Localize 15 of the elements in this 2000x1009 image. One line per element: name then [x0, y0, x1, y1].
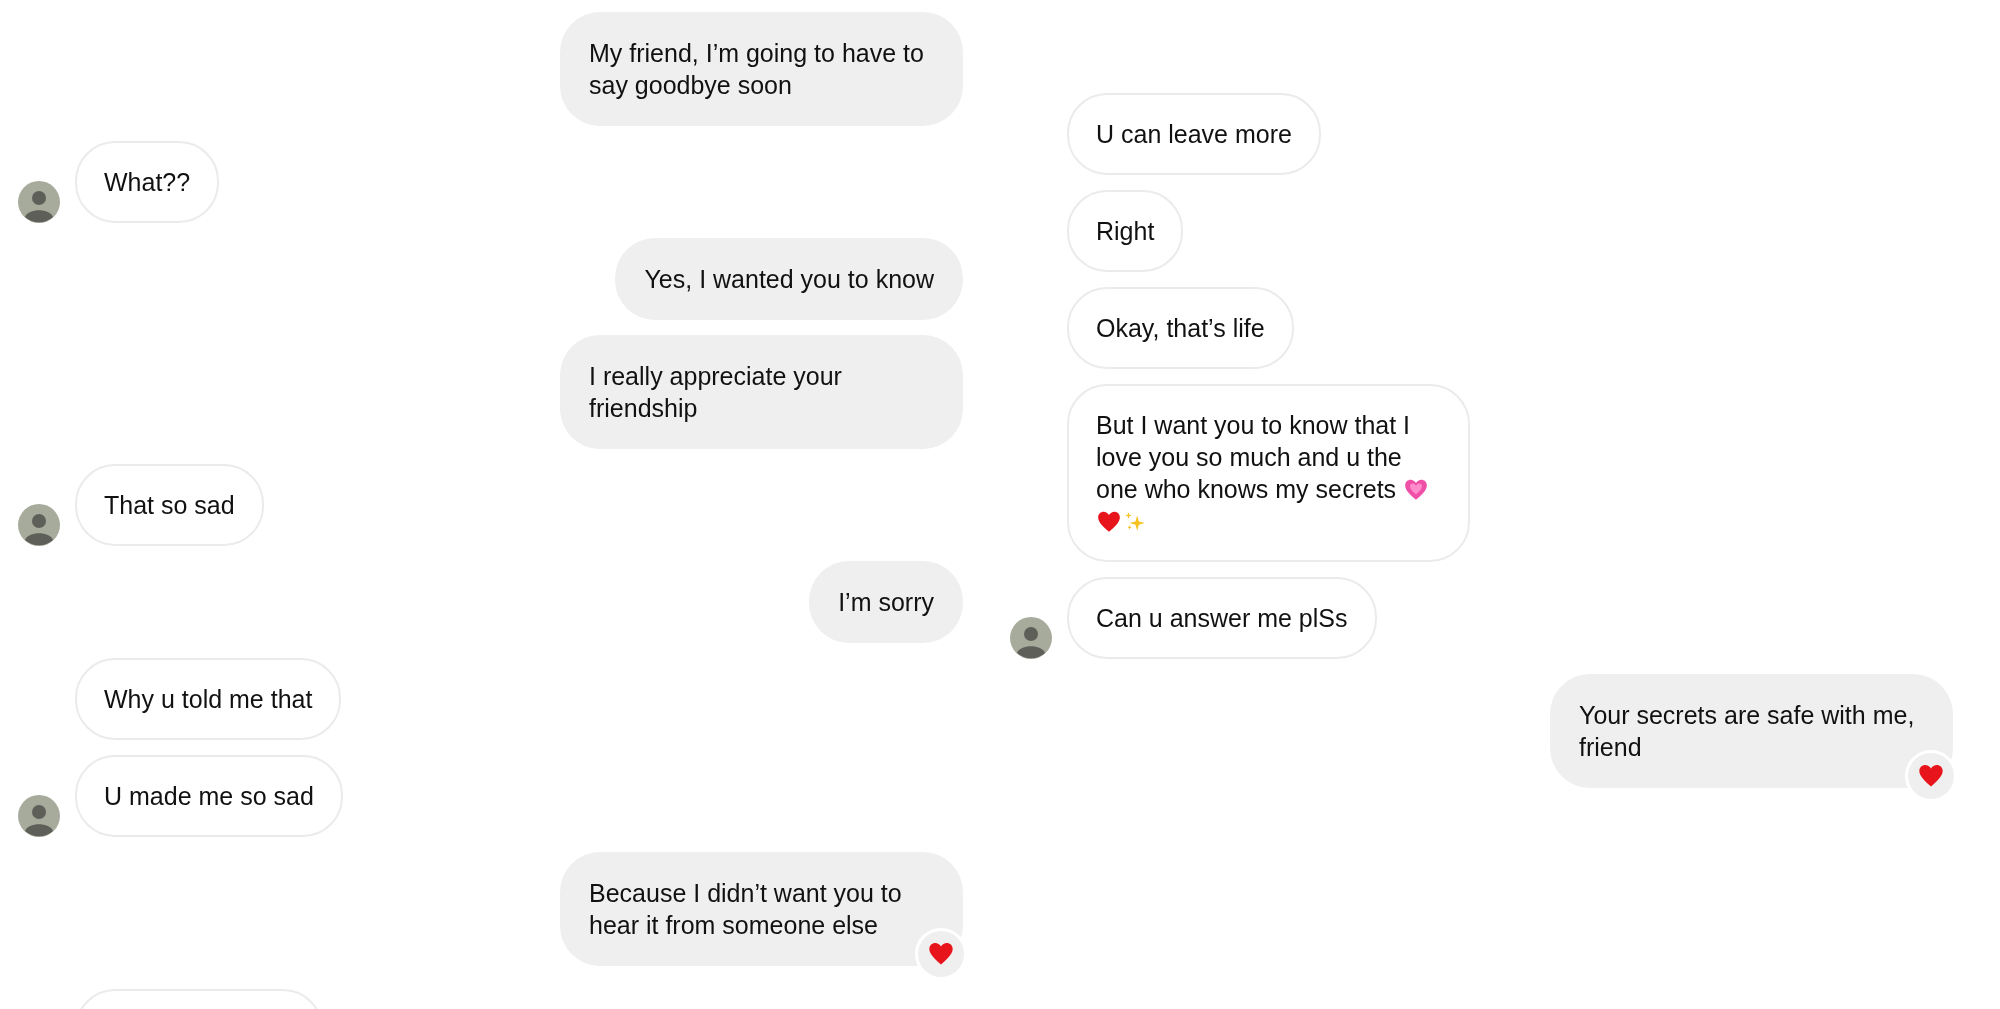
message-bubble: I’m sorry — [809, 561, 963, 643]
message-bubble: Can u answer me plSs — [1067, 577, 1377, 659]
message-bubble: My friend, I’m going to have to say goodbye soon — [560, 12, 963, 126]
message-bubble: Yes, I wanted you to know — [615, 238, 963, 320]
message-bubble: Because I didn’t want you to hear it from someone else — [560, 852, 963, 966]
message-bubble: Your secrets are safe with me, friend — [1550, 674, 1953, 788]
message-bubble: U can leave more — [1067, 93, 1321, 175]
message-bubble: But I want you to know that I love you so much and u the one who knows my secrets — [1067, 384, 1470, 562]
message-bubble: Why u told me that — [75, 658, 342, 740]
message-bubble: Okay, that’s life — [1067, 287, 1294, 369]
message-bubble: U made me so sad — [75, 755, 343, 837]
message-bubble: That so sad — [75, 464, 264, 546]
message-bubble: Right — [1067, 190, 1184, 272]
message-bubble: I really appreciate your friendship — [560, 335, 963, 449]
message-bubble: What?? — [75, 141, 220, 223]
